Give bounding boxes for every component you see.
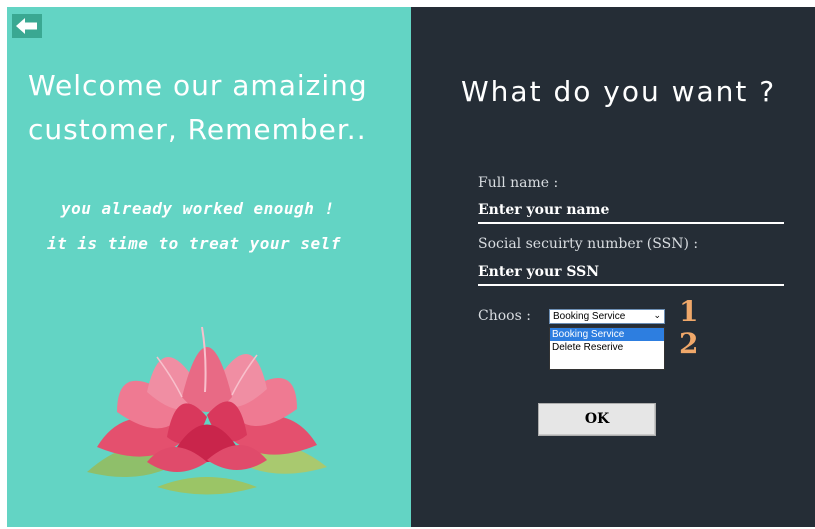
form-panel: What do you want ? Full name : Social se… (411, 7, 815, 527)
ssn-field[interactable] (478, 260, 784, 286)
arrow-left-icon (12, 14, 42, 38)
lotus-flower-image (87, 326, 327, 495)
chevron-down-icon: ⌄ (653, 310, 661, 320)
annotation-number-2: 2 (679, 327, 699, 360)
service-dropdown-list: Booking Service Delete Reserive (549, 327, 665, 370)
option-delete-reserive[interactable]: Delete Reserive (550, 341, 664, 354)
full-name-label: Full name : (478, 175, 559, 191)
welcome-panel: Welcome our amaizing customer, Remember.… (7, 7, 411, 527)
tagline-2: it is time to treat your self (47, 234, 341, 253)
choose-label: Choos : (478, 308, 531, 324)
welcome-heading: Welcome our amaizing customer, Remember.… (28, 64, 398, 152)
service-select[interactable]: Booking Service ⌄ (549, 309, 665, 324)
welcome-line-2: customer, Remember.. (28, 113, 367, 146)
annotation-number-1: 1 (679, 295, 699, 328)
form-title: What do you want ? (461, 75, 777, 108)
welcome-line-1: Welcome our amaizing (28, 69, 368, 102)
option-booking-service[interactable]: Booking Service (550, 328, 664, 341)
back-button[interactable] (12, 14, 42, 38)
tagline-1: you already worked enough ! (61, 199, 335, 218)
full-name-field[interactable] (478, 198, 784, 224)
service-select-value: Booking Service (553, 311, 626, 322)
ok-button[interactable]: OK (538, 403, 656, 436)
ssn-label: Social secuirty number (SSN) : (478, 236, 699, 252)
